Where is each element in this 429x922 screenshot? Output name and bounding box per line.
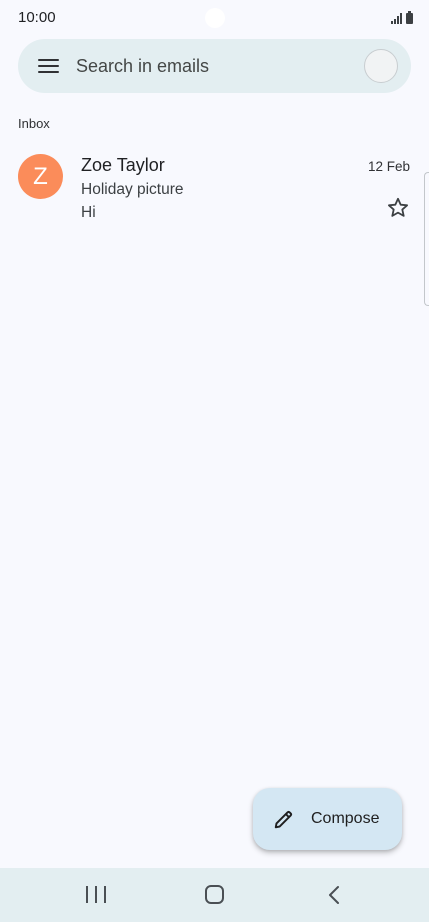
search-bar[interactable]: Search in emails [18,39,411,93]
email-date: 12 Feb [367,159,410,174]
menu-icon[interactable] [38,57,60,75]
account-avatar[interactable] [364,49,398,83]
search-input[interactable]: Search in emails [76,56,209,77]
status-time: 10:00 [18,9,56,26]
status-bar: 10:00 [0,0,429,36]
email-sender: Zoe Taylor [81,155,165,175]
edge-panel-handle[interactable] [424,172,429,306]
front-camera [205,8,225,28]
email-list-item[interactable]: Z Zoe Taylor 12 Feb Holiday picture Hi [0,145,429,235]
inbox-label: Inbox [18,116,50,131]
home-icon[interactable] [205,885,224,904]
recent-apps-icon[interactable] [86,886,106,904]
email-subject: Holiday picture [81,181,184,198]
sender-avatar[interactable]: Z [18,154,63,199]
gmail-inbox-screen: 10:00 Search in emails Inbox Z Zoe Taylo… [0,0,429,922]
star-icon[interactable] [386,196,410,220]
back-icon[interactable] [327,885,341,905]
battery-icon [406,11,413,24]
status-icons [391,11,413,24]
compose-label: Compose [311,810,380,827]
compose-button[interactable]: Compose [253,788,402,850]
pencil-icon [274,810,293,829]
system-nav-bar [0,868,429,922]
email-snippet: Hi [81,204,96,221]
signal-icon [391,13,402,24]
